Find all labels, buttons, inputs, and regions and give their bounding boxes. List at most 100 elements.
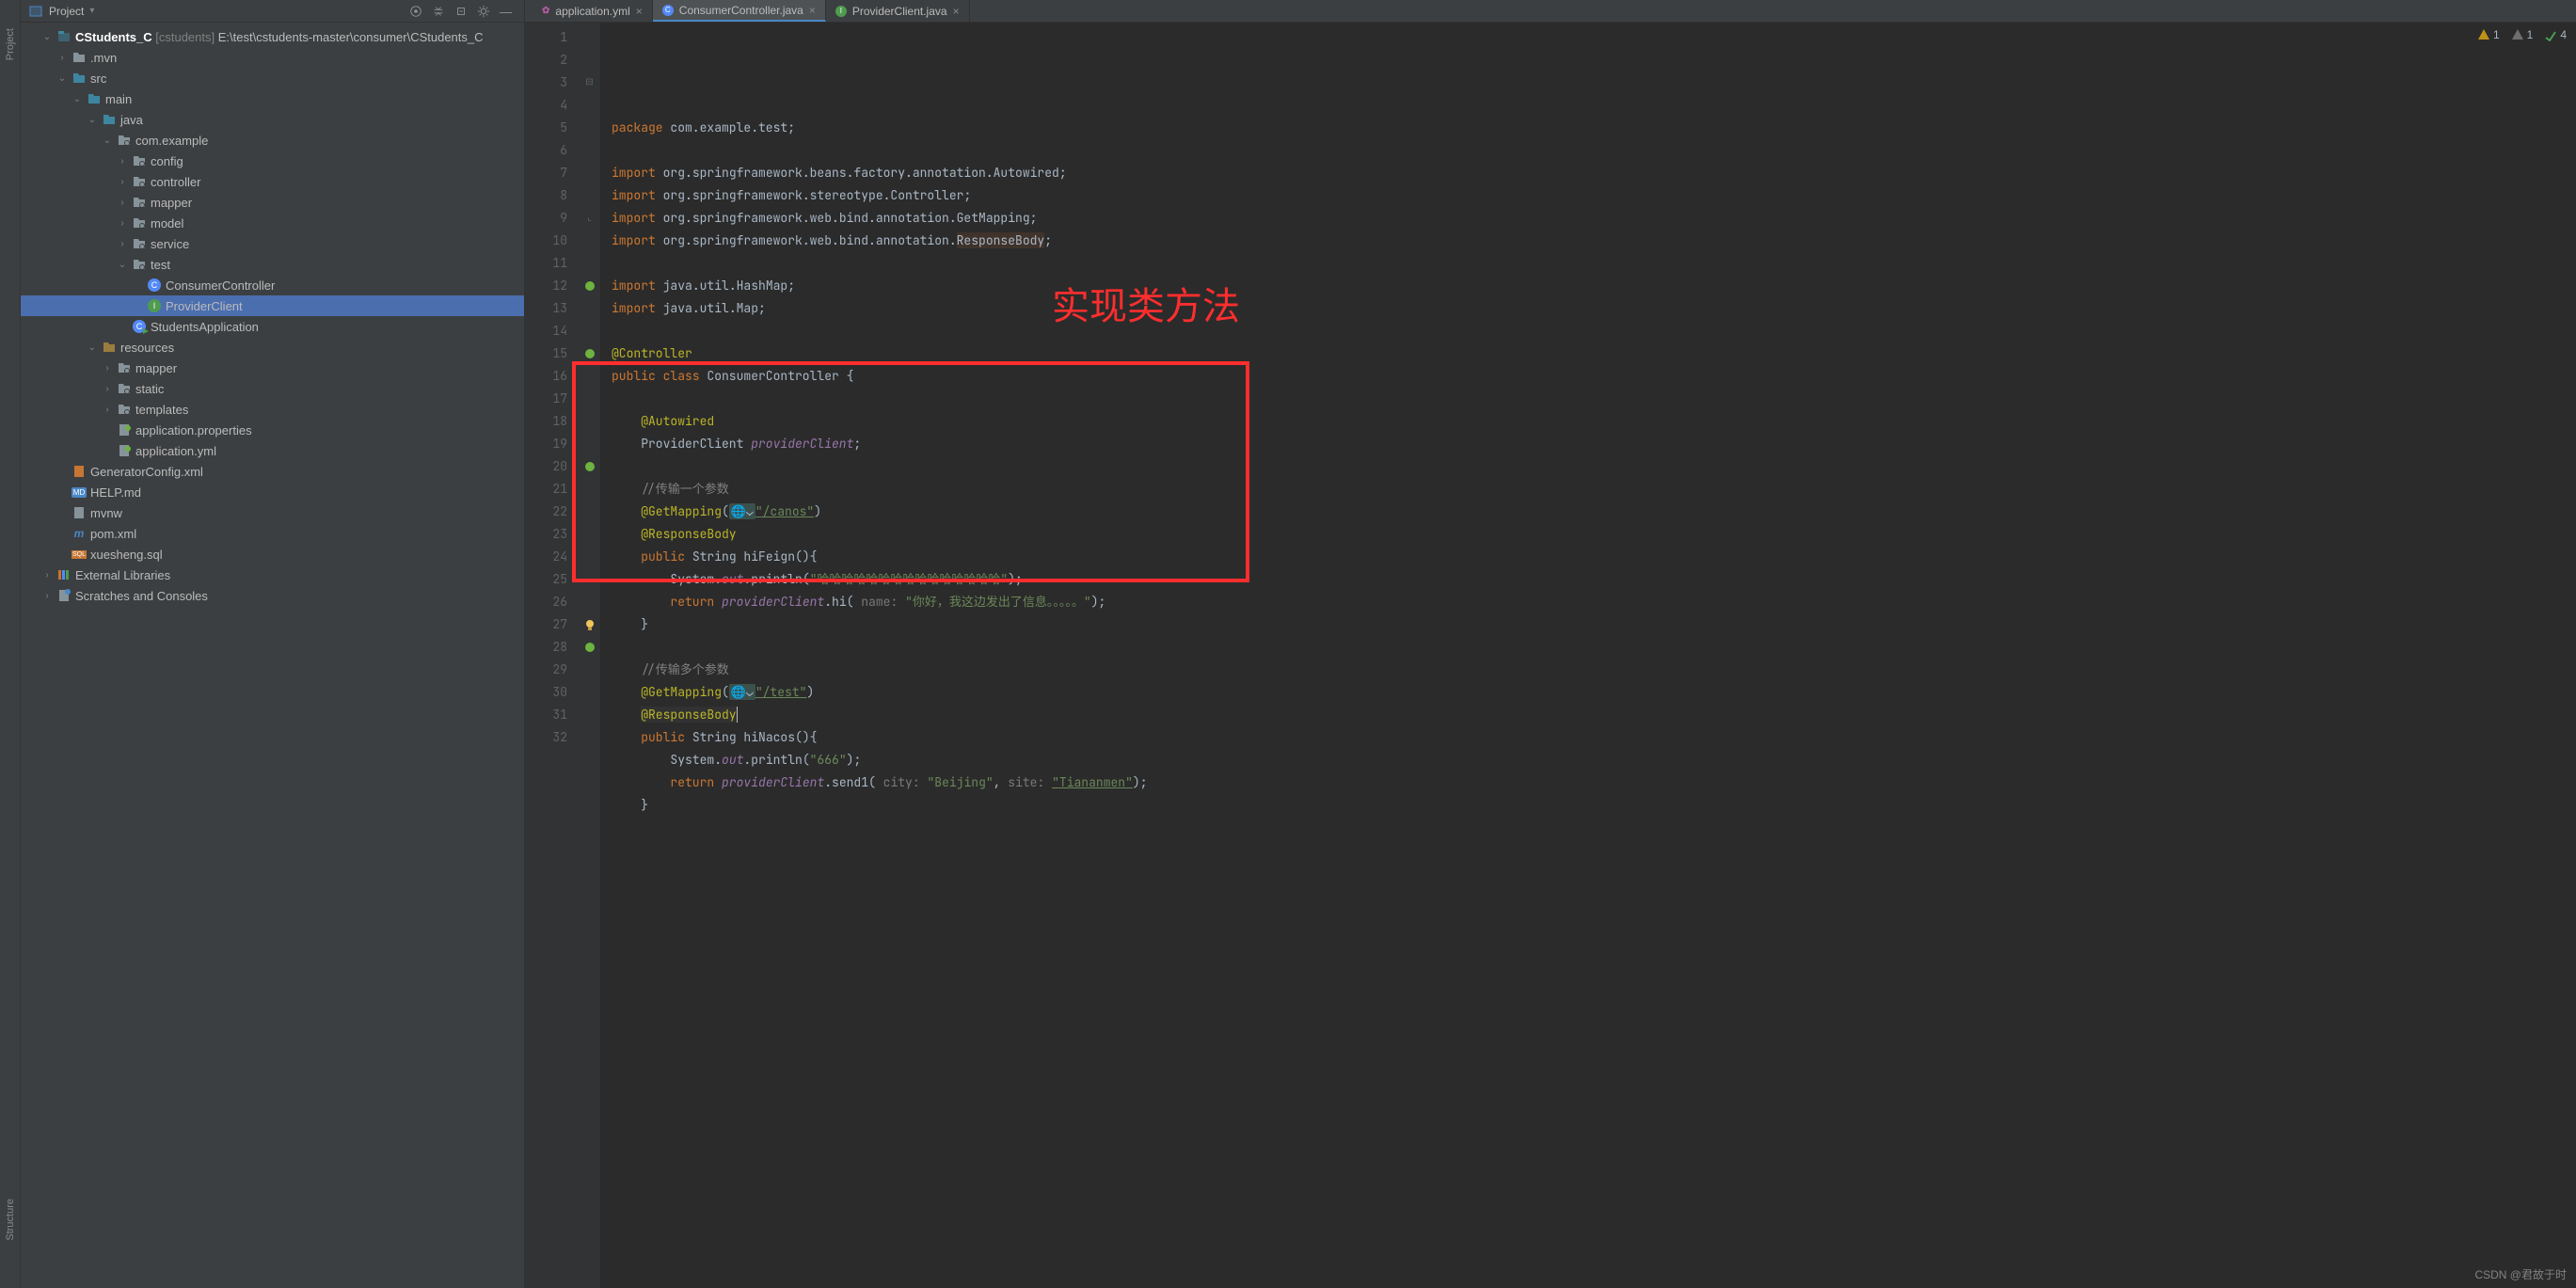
tree-row[interactable]: GeneratorConfig.xml xyxy=(21,461,524,482)
line-number[interactable]: 26 xyxy=(525,591,567,613)
chevron-icon[interactable]: ⌄ xyxy=(72,94,83,104)
code-line[interactable]: import org.springframework.stereotype.Co… xyxy=(612,184,2576,207)
chevron-icon[interactable]: › xyxy=(102,384,113,394)
tree-row[interactable]: ›External Libraries xyxy=(21,564,524,585)
code-line[interactable]: package com.example.test; xyxy=(612,117,2576,139)
line-number[interactable]: 25 xyxy=(525,568,567,591)
tree-row[interactable]: ›model xyxy=(21,213,524,233)
line-number[interactable]: 28 xyxy=(525,636,567,659)
line-number[interactable]: 5 xyxy=(525,117,567,139)
tree-row[interactable]: ⌄src xyxy=(21,68,524,88)
gutter-slot[interactable] xyxy=(580,546,599,568)
code-line[interactable]: public class ConsumerController { xyxy=(612,365,2576,388)
line-number[interactable]: 11 xyxy=(525,252,567,275)
tree-row[interactable]: ›.mvn xyxy=(21,47,524,68)
line-number[interactable]: 24 xyxy=(525,546,567,568)
gutter-slot[interactable]: ⊟ xyxy=(580,72,599,94)
tree-row[interactable]: ⌄CStudents_C [cstudents] E:\test\cstuden… xyxy=(21,26,524,47)
line-number[interactable]: 20 xyxy=(525,455,567,478)
line-number[interactable]: 22 xyxy=(525,501,567,523)
tab-providerclient-java[interactable]: IProviderClient.java× xyxy=(826,0,970,22)
chevron-icon[interactable]: ⌄ xyxy=(56,73,68,84)
tree-row[interactable]: IProviderClient xyxy=(21,295,524,316)
hide-icon[interactable]: — xyxy=(500,5,513,18)
code-line[interactable]: //传输多个参数 xyxy=(612,659,2576,681)
line-number[interactable]: 21 xyxy=(525,478,567,501)
line-number[interactable]: 1 xyxy=(525,26,567,49)
gutter-slot[interactable] xyxy=(580,681,599,704)
code-line[interactable]: System.out.println("哈哈哈哈哈哈哈哈哈哈哈哈哈哈哈"); xyxy=(612,568,2576,591)
gutter-slot[interactable] xyxy=(580,230,599,252)
warning-grey-icon[interactable]: 1 xyxy=(2511,28,2534,41)
code-line[interactable]: @Autowired xyxy=(612,410,2576,433)
line-number[interactable]: 13 xyxy=(525,297,567,320)
collapse-icon[interactable] xyxy=(454,5,468,18)
gutter-slot[interactable] xyxy=(580,433,599,455)
line-number[interactable]: 16 xyxy=(525,365,567,388)
line-number[interactable]: 30 xyxy=(525,681,567,704)
tree-row[interactable]: application.properties xyxy=(21,420,524,440)
gutter-slot[interactable]: ⌞ xyxy=(580,207,599,230)
tree-row[interactable]: ⌄main xyxy=(21,88,524,109)
chevron-icon[interactable]: ⌄ xyxy=(41,32,53,42)
gutter-slot[interactable] xyxy=(580,591,599,613)
tree-row[interactable]: mvnw xyxy=(21,502,524,523)
code-line[interactable]: public String hiFeign(){ xyxy=(612,546,2576,568)
spring-icon[interactable] xyxy=(584,348,596,359)
tree-row[interactable]: ›mapper xyxy=(21,358,524,378)
chevron-icon[interactable]: › xyxy=(117,218,128,229)
gutter-slot[interactable] xyxy=(580,139,599,162)
code-line[interactable]: return providerClient.hi( name: "你好，我这边发… xyxy=(612,591,2576,613)
code-line[interactable] xyxy=(612,252,2576,275)
project-tree[interactable]: ⌄CStudents_C [cstudents] E:\test\cstuden… xyxy=(21,23,524,1288)
spring-icon[interactable] xyxy=(584,280,596,292)
code-line[interactable]: return providerClient.send1( city: "Beij… xyxy=(612,771,2576,794)
code-line[interactable]: import org.springframework.web.bind.anno… xyxy=(612,207,2576,230)
tree-row[interactable]: ⌄java xyxy=(21,109,524,130)
tool-project-label[interactable]: Project xyxy=(5,28,16,60)
code-line[interactable] xyxy=(612,320,2576,342)
code-line[interactable]: System.out.println("666"); xyxy=(612,749,2576,771)
tool-structure-label[interactable]: Structure xyxy=(5,1199,16,1241)
code-line[interactable]: @Controller xyxy=(612,342,2576,365)
code-line[interactable]: @GetMapping(🌐⌄"/test") xyxy=(612,681,2576,704)
line-number[interactable]: 17 xyxy=(525,388,567,410)
chevron-icon[interactable]: › xyxy=(56,53,68,63)
gutter-slot[interactable] xyxy=(580,636,599,659)
code-line[interactable]: //传输一个参数 xyxy=(612,478,2576,501)
gear-icon[interactable] xyxy=(477,5,490,18)
line-number[interactable]: 6 xyxy=(525,139,567,162)
code-line[interactable]: } xyxy=(612,794,2576,817)
tree-row[interactable]: MDHELP.md xyxy=(21,482,524,502)
code-line[interactable]: import java.util.HashMap; xyxy=(612,275,2576,297)
typo-icon[interactable]: 4 xyxy=(2544,28,2567,41)
gutter-icons[interactable]: ⊟⌞ xyxy=(580,23,600,1288)
close-icon[interactable]: × xyxy=(809,4,816,17)
gutter-slot[interactable] xyxy=(580,501,599,523)
tree-row[interactable]: CStudentsApplication xyxy=(21,316,524,337)
intention-bulb-icon[interactable] xyxy=(583,618,596,631)
gutter-slot[interactable] xyxy=(580,568,599,591)
line-number[interactable]: 29 xyxy=(525,659,567,681)
line-number[interactable]: 10 xyxy=(525,230,567,252)
line-number[interactable]: 4 xyxy=(525,94,567,117)
gutter-slot[interactable] xyxy=(580,252,599,275)
tab-consumercontroller-java[interactable]: CConsumerController.java× xyxy=(653,0,826,22)
fold-end-icon[interactable]: ⌞ xyxy=(587,207,592,230)
dropdown-icon[interactable]: ▾ xyxy=(89,6,94,16)
line-number[interactable]: 32 xyxy=(525,726,567,749)
gutter-slot[interactable] xyxy=(580,388,599,410)
line-number-gutter[interactable]: 1234567891011121314151617181920212223242… xyxy=(525,23,580,1288)
gutter-slot[interactable] xyxy=(580,297,599,320)
locate-icon[interactable] xyxy=(409,5,422,18)
gutter-slot[interactable] xyxy=(580,455,599,478)
tab-application-yml[interactable]: ✿application.yml× xyxy=(533,0,653,22)
chevron-icon[interactable]: › xyxy=(117,198,128,208)
fold-open-icon[interactable]: ⊟ xyxy=(585,72,593,94)
spring-icon[interactable] xyxy=(584,461,596,472)
code-line[interactable] xyxy=(612,455,2576,478)
gutter-slot[interactable] xyxy=(580,410,599,433)
line-number[interactable]: 3 xyxy=(525,72,567,94)
gutter-slot[interactable] xyxy=(580,117,599,139)
chevron-icon[interactable]: › xyxy=(102,363,113,374)
